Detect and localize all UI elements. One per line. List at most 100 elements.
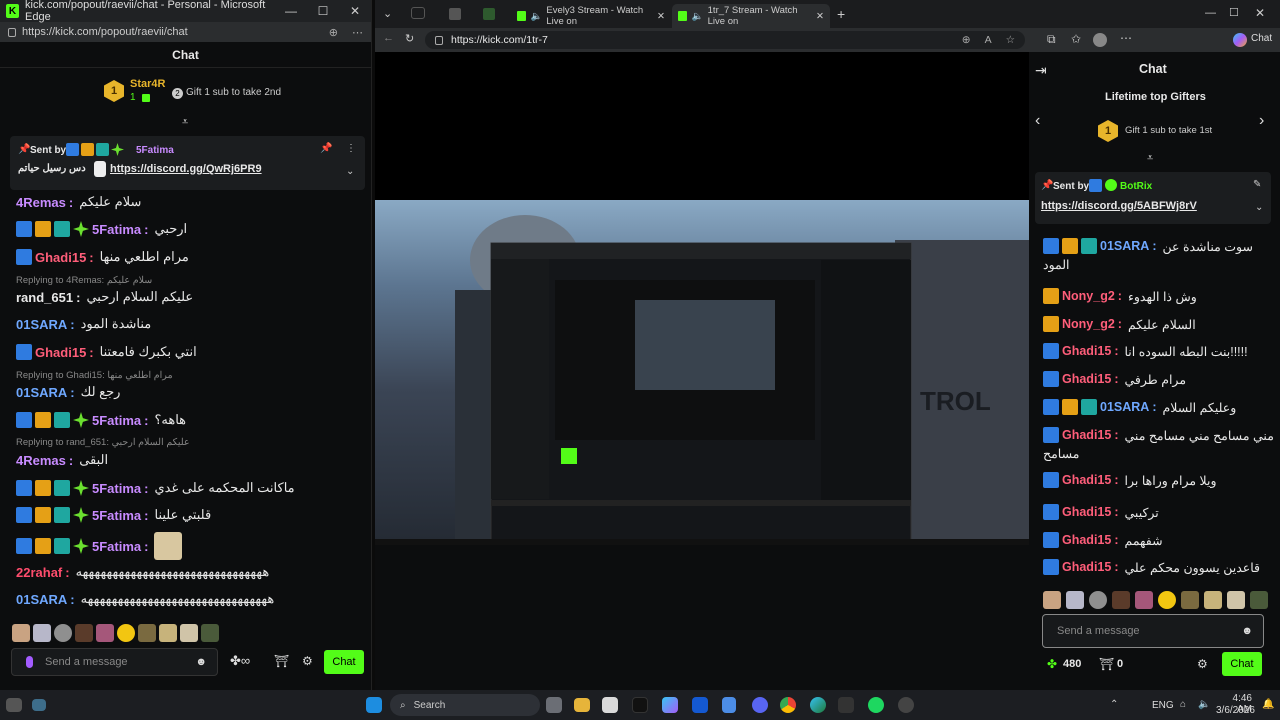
app-icon[interactable] <box>692 697 708 713</box>
app-icon[interactable] <box>838 697 854 713</box>
unpin-icon[interactable]: 📌 <box>320 143 332 154</box>
emote-icon[interactable] <box>33 624 51 642</box>
emote-icon[interactable] <box>1066 591 1084 609</box>
zoom-icon[interactable]: ⊕ <box>962 34 971 46</box>
popup-send-input[interactable]: Send a message ☻ <box>11 648 218 676</box>
chat-username[interactable]: 5Fatima <box>92 413 141 428</box>
mic-icon[interactable] <box>26 656 33 668</box>
chat-username[interactable]: Ghadi15 <box>1062 428 1111 442</box>
emoji-icon[interactable]: ☻ <box>1241 625 1253 637</box>
emote-icon[interactable] <box>180 624 198 642</box>
emote-icon[interactable] <box>1227 591 1245 609</box>
chrome-icon[interactable] <box>780 697 796 713</box>
speaker-icon[interactable]: 🔈 <box>531 11 543 22</box>
more-icon[interactable]: ⋯ <box>1120 31 1132 45</box>
chat-send-button[interactable]: Chat <box>1222 652 1262 676</box>
chat-username[interactable]: 5Fatima <box>92 539 141 554</box>
task-view-icon[interactable] <box>546 697 562 713</box>
emote-icon[interactable] <box>1112 591 1130 609</box>
minimize-icon[interactable]: — <box>275 4 307 18</box>
chat-username[interactable]: rand_651 <box>16 290 73 305</box>
chat-username[interactable]: Nony_g2 <box>1062 317 1115 331</box>
kicks-icon[interactable]: ✤ <box>1047 657 1057 671</box>
new-tab-icon[interactable]: + <box>837 6 845 22</box>
chat-username[interactable]: 5Fatima <box>92 222 141 237</box>
emote-icon[interactable] <box>96 624 114 642</box>
back-icon[interactable]: ← <box>383 32 394 44</box>
reply-context[interactable]: Replying to Ghadi15: مرام اطلعي منها <box>16 370 173 381</box>
tab-actions-icon[interactable]: ⌄ <box>383 7 392 20</box>
expand-pinned-icon[interactable]: ⌄ <box>1255 202 1263 213</box>
settings-icon[interactable]: ⚙ <box>1197 657 1208 671</box>
copilot-icon[interactable] <box>1233 33 1247 47</box>
more-icon[interactable]: ⋯ <box>352 26 363 39</box>
speaker-icon[interactable]: 🔈 <box>692 11 704 22</box>
tab-close-icon[interactable]: ✕ <box>816 11 824 22</box>
collapse-gifters-icon[interactable]: ⩡ <box>1147 152 1153 165</box>
app-icon[interactable] <box>32 699 46 711</box>
start-icon[interactable] <box>366 697 382 713</box>
tray-chevron-icon[interactable]: ⌃ <box>1110 699 1118 710</box>
volume-icon[interactable]: 🔈 <box>1198 699 1210 710</box>
chat-username[interactable]: 01SARA <box>16 385 67 400</box>
pinned-menu-icon[interactable]: ⋮ <box>346 143 356 154</box>
zoom-icon[interactable]: ⊕ <box>329 26 338 39</box>
widgets-icon[interactable] <box>6 698 22 712</box>
chat-username[interactable]: 01SARA <box>1100 239 1149 253</box>
emote-icon[interactable] <box>12 624 30 642</box>
unpin-icon[interactable]: ✎ <box>1253 179 1261 190</box>
gift-store-icon[interactable]: ⛩ <box>274 654 289 668</box>
emote-icon[interactable] <box>1181 591 1199 609</box>
emote-icon[interactable] <box>159 624 177 642</box>
reply-context[interactable]: Replying to rand_651: عليكم السلام ارحبي <box>16 437 190 448</box>
emote-icon[interactable] <box>201 624 219 642</box>
next-gifter-icon[interactable]: › <box>1259 112 1264 130</box>
emoji-icon[interactable]: ☻ <box>195 656 207 668</box>
notifications-icon[interactable]: 🔔 <box>1262 699 1274 710</box>
chat-username[interactable]: 4Remas <box>16 453 66 468</box>
discord-icon[interactable] <box>752 697 768 713</box>
emote-icon[interactable] <box>117 624 135 642</box>
emote-icon[interactable] <box>1089 591 1107 609</box>
chat-username[interactable]: 5Fatima <box>92 508 141 523</box>
maximize-icon[interactable]: ☐ <box>1229 6 1239 19</box>
stream-video-frame[interactable]: TROL <box>375 200 1029 545</box>
emote-icon[interactable] <box>54 624 72 642</box>
chat-username[interactable]: 22rahaf <box>16 565 62 580</box>
chat-username[interactable]: 01SARA <box>1100 400 1149 414</box>
kicks-icon[interactable]: ✤∞ <box>230 653 250 669</box>
edge-icon[interactable] <box>810 697 826 713</box>
chat-username[interactable]: Ghadi15 <box>35 345 86 360</box>
settings-icon[interactable]: ⚙ <box>302 654 313 668</box>
chat-username[interactable]: Ghadi15 <box>1062 372 1111 386</box>
chat-username[interactable]: Ghadi15 <box>1062 344 1111 358</box>
pinned-sender[interactable]: 5Fatima <box>136 145 174 156</box>
maximize-icon[interactable]: ☐ <box>307 4 339 18</box>
emote-icon[interactable] <box>1043 591 1061 609</box>
prev-gifter-icon[interactable]: ‹ <box>1035 112 1040 130</box>
copilot-chat-label[interactable]: Chat <box>1251 33 1272 44</box>
top-gifter-name[interactable]: Star4R <box>130 78 165 90</box>
notepad-icon[interactable] <box>722 697 736 713</box>
chat-username[interactable]: Nony_g2 <box>1062 289 1115 303</box>
tab-close-icon[interactable]: ✕ <box>657 11 665 22</box>
chat-username[interactable]: 5Fatima <box>92 481 141 496</box>
reply-context[interactable]: Replying to 4Remas: سلام عليكم <box>16 275 152 286</box>
close-icon[interactable]: ✕ <box>339 4 371 18</box>
file-explorer-icon[interactable] <box>574 698 590 712</box>
close-icon[interactable]: ✕ <box>1255 6 1265 20</box>
pinned-sender[interactable]: BotRix <box>1120 181 1152 192</box>
chat-send-input[interactable]: Send a message ☻ <box>1042 614 1264 648</box>
chat-username[interactable]: Ghadi15 <box>1062 533 1111 547</box>
chat-username[interactable]: 4Remas <box>16 195 66 210</box>
chat-username[interactable]: Ghadi15 <box>1062 505 1111 519</box>
chat-username[interactable]: Ghadi15 <box>1062 473 1111 487</box>
address-bar[interactable]: https://kick.com/1tr-7 ⊕ A ☆ <box>425 31 1025 49</box>
tiktok-icon[interactable] <box>632 697 648 713</box>
popup-address-bar[interactable]: https://kick.com/popout/raevii/chat ⊕ ⋯ <box>0 22 371 42</box>
extensions-icon[interactable]: ⧉ <box>1047 32 1056 47</box>
chat-username[interactable]: 01SARA <box>16 317 67 332</box>
collapse-gifters-icon[interactable]: ⩡ <box>182 116 188 129</box>
minimize-icon[interactable]: — <box>1205 7 1216 19</box>
taskbar-search[interactable]: ⌕ Search <box>390 694 540 716</box>
